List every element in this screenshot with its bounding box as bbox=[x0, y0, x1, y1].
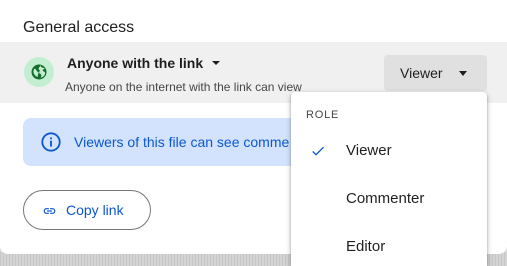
caret-down-icon bbox=[459, 71, 467, 76]
role-menu: ROLE Viewer Commenter Editor bbox=[291, 92, 487, 266]
info-banner-text: Viewers of this file can see comme bbox=[74, 134, 290, 150]
role-menu-header: ROLE bbox=[306, 109, 340, 121]
globe-icon bbox=[24, 57, 54, 87]
caret-down-icon[interactable] bbox=[212, 61, 220, 65]
general-access-heading: General access bbox=[23, 19, 135, 36]
info-banner: Viewers of this file can see comme bbox=[23, 118, 323, 166]
copy-link-label: Copy link bbox=[66, 202, 124, 218]
role-option-commenter[interactable]: Commenter bbox=[291, 177, 487, 221]
link-icon bbox=[43, 208, 56, 214]
role-dropdown-label: Viewer bbox=[400, 65, 443, 81]
role-option-editor[interactable]: Editor bbox=[291, 225, 487, 266]
link-access-description: Anyone on the internet with the link can… bbox=[65, 80, 302, 94]
copy-link-button[interactable]: Copy link bbox=[23, 190, 151, 230]
info-icon bbox=[41, 132, 61, 152]
checkmark-icon bbox=[312, 146, 324, 156]
role-option-viewer[interactable]: Viewer bbox=[291, 129, 487, 173]
role-option-label: Viewer bbox=[346, 142, 392, 159]
link-access-dropdown[interactable]: Anyone with the link bbox=[67, 55, 203, 71]
role-option-label: Editor bbox=[346, 238, 386, 255]
role-option-label: Commenter bbox=[346, 190, 425, 207]
role-dropdown-button[interactable]: Viewer bbox=[384, 55, 487, 91]
